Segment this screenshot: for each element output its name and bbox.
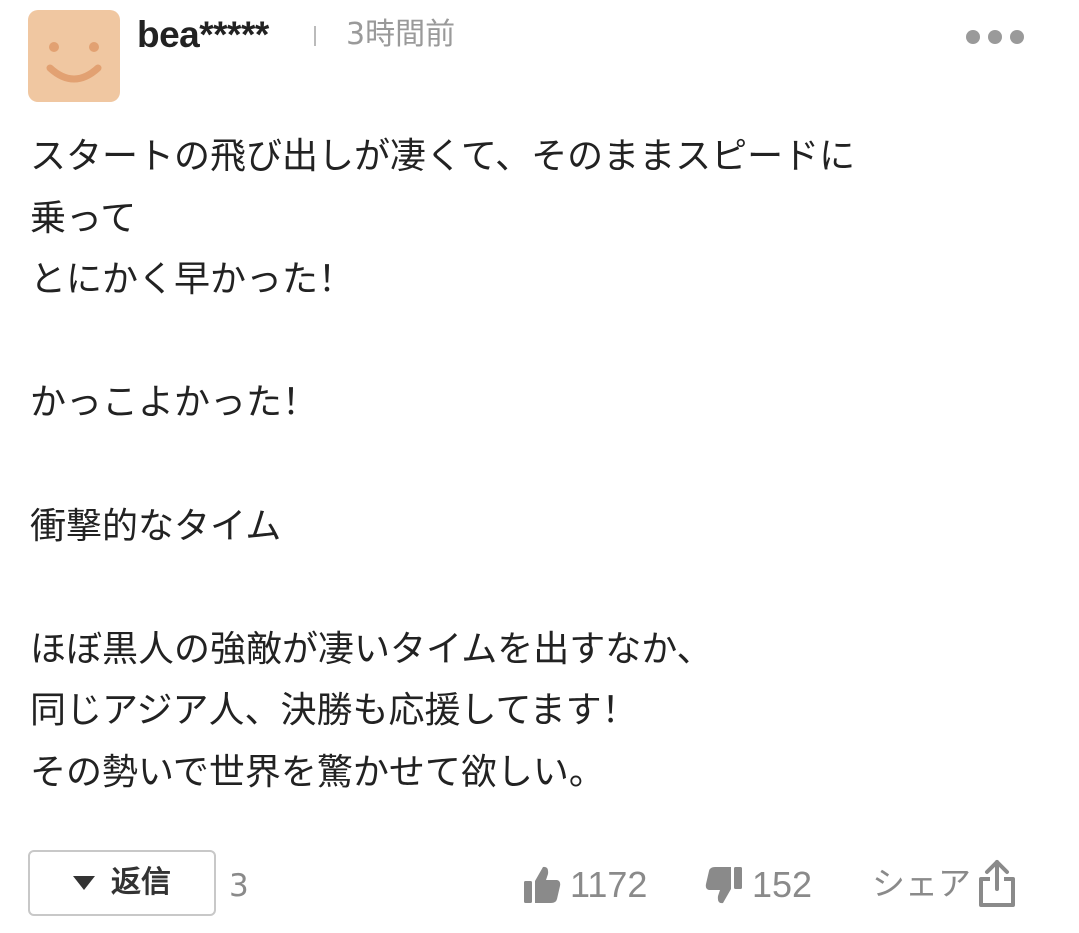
more-options-button[interactable]: [962, 22, 1028, 52]
timestamp: 3時間前: [346, 17, 456, 52]
smiley-face-icon: [46, 42, 102, 83]
thumbs-down-icon: [705, 867, 742, 904]
like-count: 1172: [570, 864, 648, 905]
comment-text: スタートの飛び出しが凄くて、そのままスピードに 乗って とにかく早かった！ かっ…: [30, 136, 856, 793]
share-button[interactable]: シェア: [872, 856, 1017, 912]
reply-button[interactable]: 返信: [28, 850, 216, 916]
share-label: シェア: [872, 864, 971, 903]
triangle-down-icon: [73, 876, 95, 890]
reply-label: 返信: [111, 865, 171, 900]
header-divider: [314, 26, 316, 46]
avatar[interactable]: [28, 10, 120, 102]
dislike-button[interactable]: 152: [704, 860, 812, 910]
share-icon: [979, 860, 1015, 907]
reply-count: 3: [229, 868, 249, 904]
dislike-count: 152: [752, 864, 813, 905]
more-dots-icon: [966, 30, 1024, 44]
thumbs-up-icon: [524, 866, 561, 903]
like-button[interactable]: 1172: [522, 860, 647, 910]
username[interactable]: bea*****: [137, 10, 269, 60]
